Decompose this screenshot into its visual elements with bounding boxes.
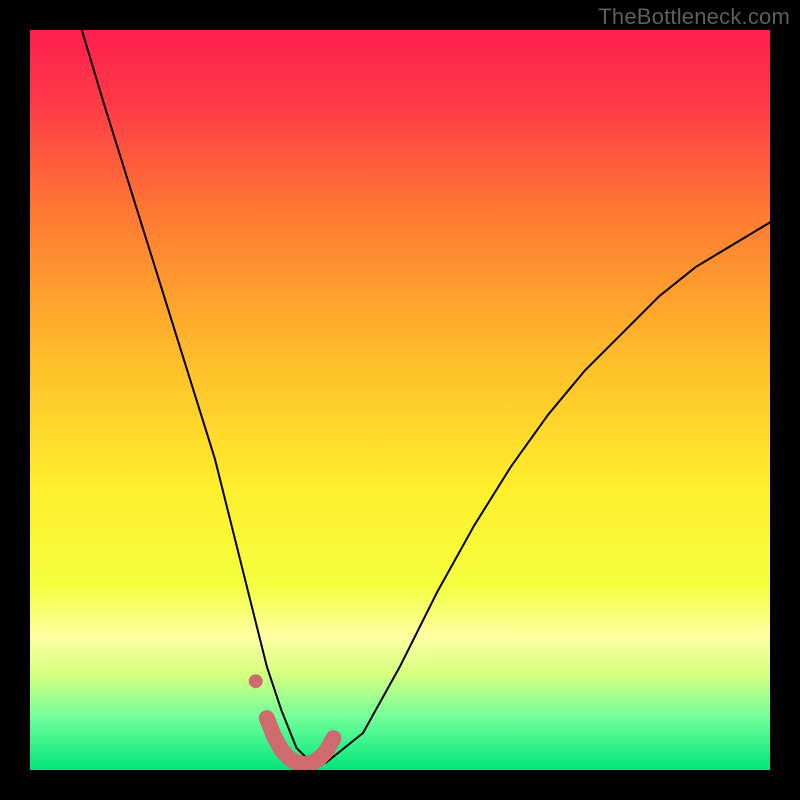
chart-lines-layer	[30, 30, 770, 770]
watermark-text: TheBottleneck.com	[598, 4, 790, 30]
series-optimal-band-dot	[249, 674, 263, 688]
series-bottleneck-curve	[82, 30, 770, 763]
series-optimal-band-marker	[267, 718, 334, 764]
chart-frame: TheBottleneck.com	[0, 0, 800, 800]
chart-plot-area	[30, 30, 770, 770]
